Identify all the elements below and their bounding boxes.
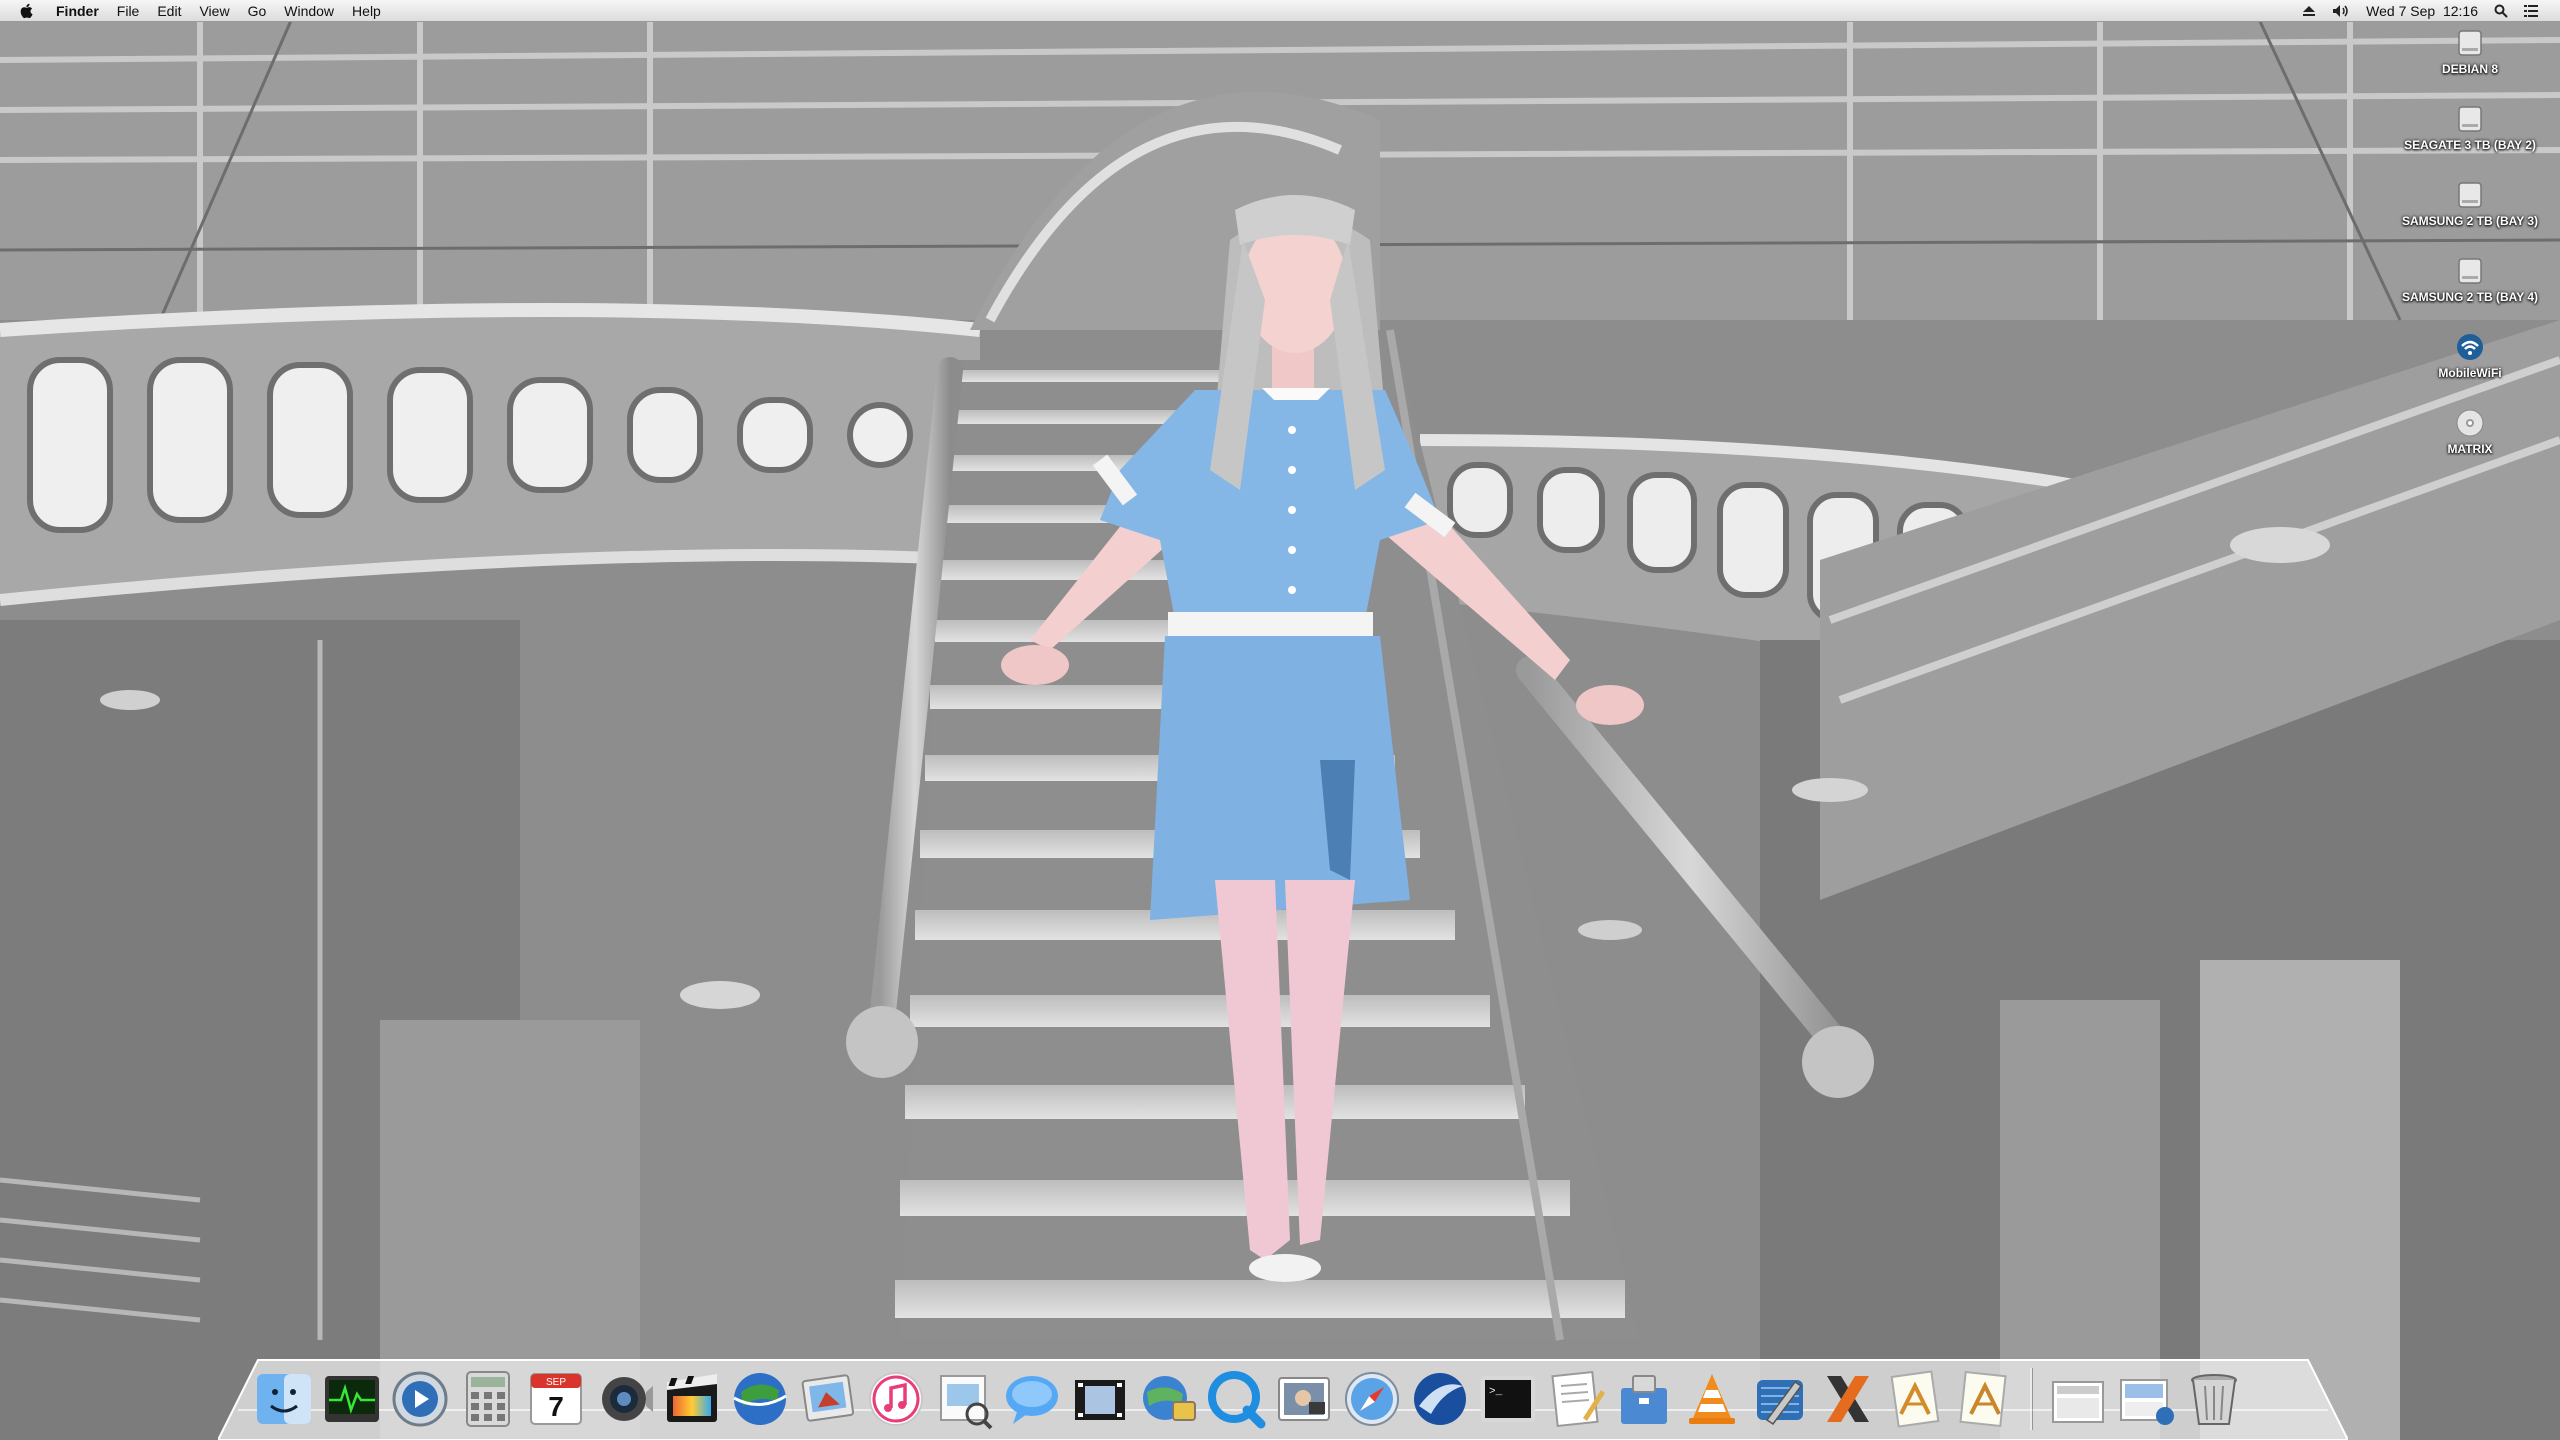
network-utility-icon[interactable] <box>1137 1368 1199 1430</box>
calculator-icon[interactable] <box>457 1368 519 1430</box>
documents-stack-icon[interactable] <box>2047 1368 2109 1430</box>
menu-go[interactable]: Go <box>239 0 276 22</box>
menu-help[interactable]: Help <box>343 0 390 22</box>
messages-icon[interactable] <box>1001 1368 1063 1430</box>
finder-icon[interactable] <box>253 1368 315 1430</box>
mail-icon[interactable] <box>1409 1368 1471 1430</box>
automator-icon[interactable] <box>1953 1368 2015 1430</box>
quicktime-player-icon[interactable] <box>389 1368 451 1430</box>
textedit-icon[interactable] <box>1545 1368 1607 1430</box>
apple-icon[interactable] <box>16 0 38 22</box>
imovie-icon[interactable] <box>1069 1368 1131 1430</box>
vlc-icon[interactable] <box>1681 1368 1743 1430</box>
menu-clock[interactable]: Wed 7 Sep 12:16 <box>2358 0 2486 22</box>
menu-file[interactable]: File <box>108 0 149 22</box>
trash-icon[interactable] <box>2183 1368 2245 1430</box>
preview-icon[interactable] <box>933 1368 995 1430</box>
desktop-icon-label: DEBIAN 8 <box>2441 62 2498 76</box>
desktop-icon-label: SAMSUNG 2 TB (BAY 4) <box>2401 290 2539 304</box>
disk-icon <box>2455 28 2485 58</box>
spotlight-icon[interactable] <box>2486 4 2516 18</box>
final-cut-icon[interactable] <box>661 1368 723 1430</box>
disk-icon <box>2455 180 2485 210</box>
disk-icon <box>2455 256 2485 286</box>
desktop-icon-samsung-bay4[interactable]: SAMSUNG 2 TB (BAY 4) <box>2400 256 2540 304</box>
desktop-icon-matrix[interactable]: MATRIX <box>2400 408 2540 456</box>
quicktime-icon[interactable] <box>1205 1368 1267 1430</box>
desktop-icon-samsung-bay3[interactable]: SAMSUNG 2 TB (BAY 3) <box>2400 180 2540 228</box>
desktop-wallpaper <box>0 0 2560 1440</box>
cd-icon <box>2455 408 2485 438</box>
downloads-stack-icon[interactable] <box>2115 1368 2177 1430</box>
iphoto-icon[interactable] <box>797 1368 859 1430</box>
menu-window[interactable]: Window <box>275 0 343 22</box>
calendar-month: SEP <box>546 1377 566 1388</box>
xcode-icon[interactable] <box>1749 1368 1811 1430</box>
activity-monitor-icon[interactable] <box>321 1368 383 1430</box>
x11-icon[interactable] <box>1817 1368 1879 1430</box>
dock: SEP 7 >_ <box>250 1350 2248 1430</box>
eject-icon[interactable] <box>2294 5 2324 17</box>
desktop-icon-mobilewifi[interactable]: MobileWiFi <box>2400 332 2540 380</box>
list-icon[interactable] <box>2516 4 2546 18</box>
volume-icon[interactable] <box>2324 4 2358 18</box>
google-earth-icon[interactable] <box>729 1368 791 1430</box>
archive-utility-icon[interactable] <box>1613 1368 1675 1430</box>
dock-separator <box>2030 1368 2032 1430</box>
terminal-icon[interactable]: >_ <box>1477 1368 1539 1430</box>
wifi-icon <box>2455 332 2485 362</box>
desktop-icon-label: MATRIX <box>2447 442 2493 456</box>
desktop-icon-label: SEAGATE 3 TB (BAY 2) <box>2404 138 2536 152</box>
menu-app-name[interactable]: Finder <box>52 0 108 22</box>
menu-bar: Finder File Edit View Go Window Help Wed… <box>0 0 2560 22</box>
image-capture-icon[interactable] <box>1273 1368 1335 1430</box>
desktop-icon-debian[interactable]: DEBIAN 8 <box>2400 28 2540 76</box>
desktop-icon-label: MobileWiFi <box>2438 366 2502 380</box>
menu-view[interactable]: View <box>190 0 238 22</box>
itunes-icon[interactable] <box>865 1368 927 1430</box>
disk-icon <box>2455 104 2485 134</box>
menu-edit[interactable]: Edit <box>148 0 190 22</box>
safari-icon[interactable] <box>1341 1368 1403 1430</box>
calendar-icon[interactable]: SEP 7 <box>525 1368 587 1430</box>
desktop-icon-seagate[interactable]: SEAGATE 3 TB (BAY 2) <box>2400 104 2540 152</box>
desktop-icon-label: SAMSUNG 2 TB (BAY 3) <box>2401 214 2539 228</box>
script-editor-icon[interactable] <box>1885 1368 1947 1430</box>
svg-text:>_: >_ <box>1489 1386 1503 1398</box>
calendar-day: 7 <box>548 1391 564 1422</box>
photo-booth-icon[interactable] <box>593 1368 655 1430</box>
